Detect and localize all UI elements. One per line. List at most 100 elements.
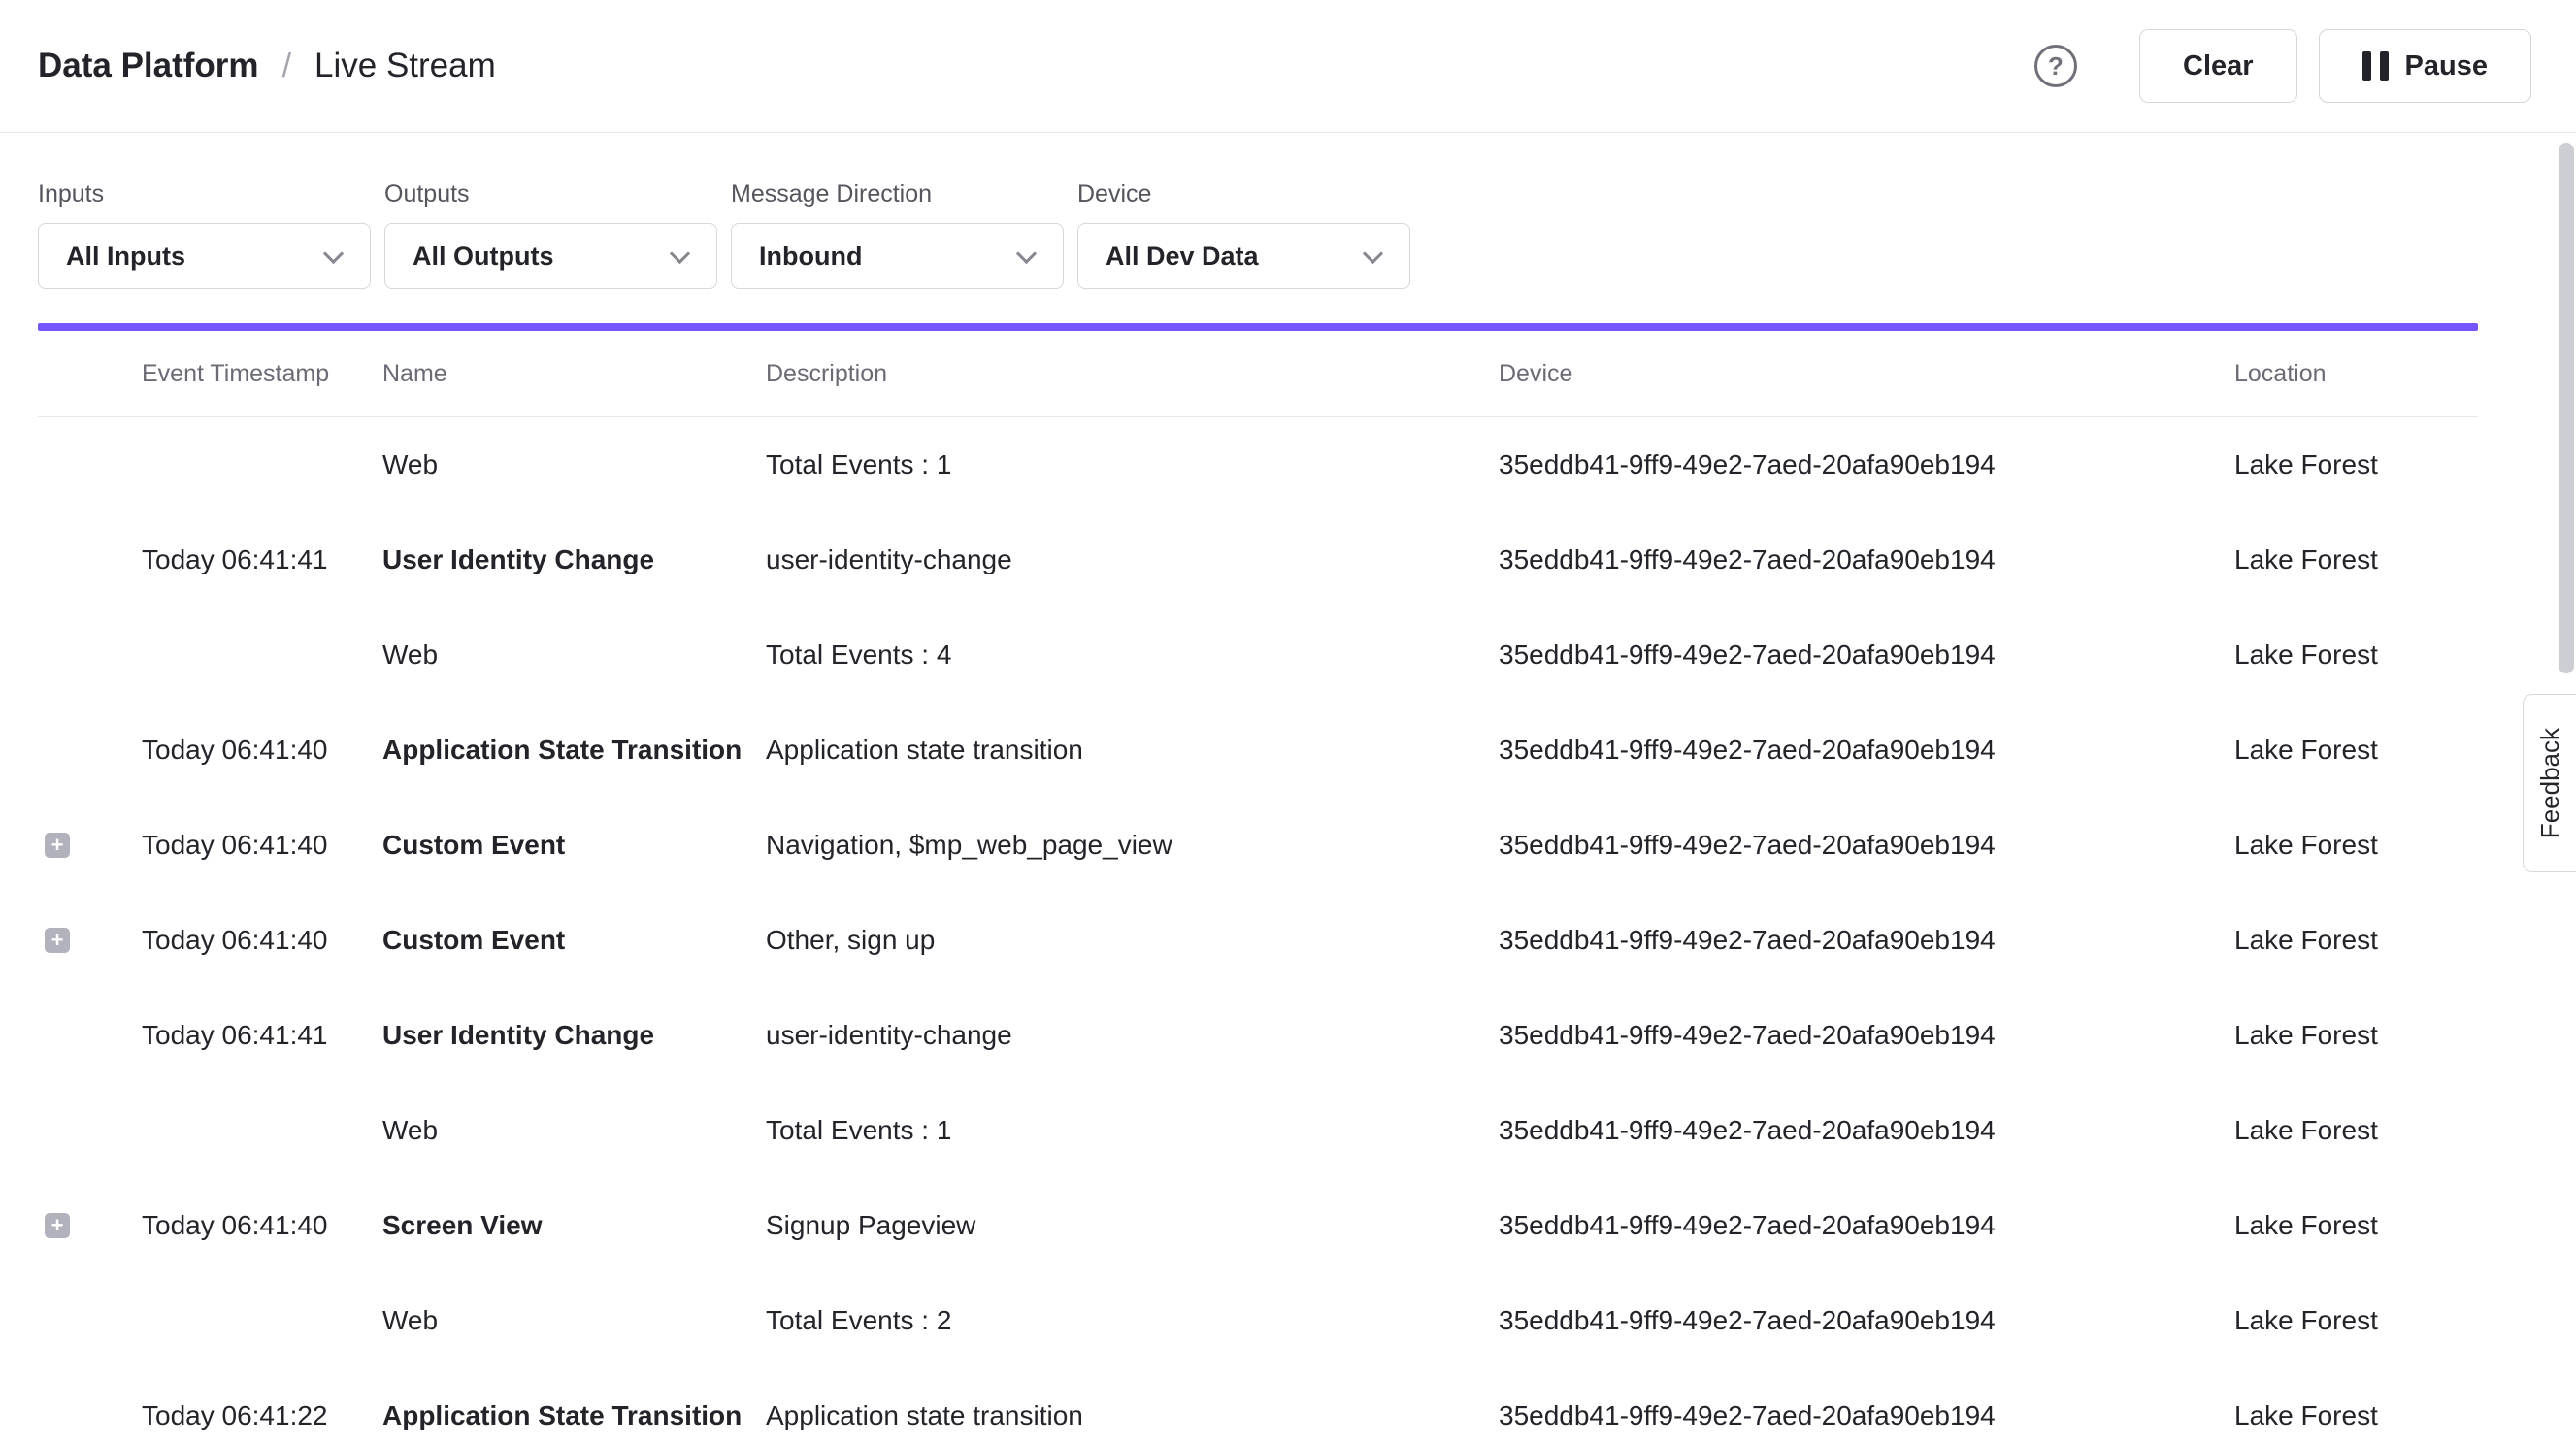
column-header-name: Name [382,360,766,388]
plus-glyph: + [51,835,64,856]
event-device-cell: 35eddb41-9ff9-49e2-7aed-20afa90eb194 [1499,449,2234,480]
expand-cell: + [38,1023,142,1048]
filter-group-device: Device All Dev Data [1077,180,1410,289]
event-location-cell: Lake Forest [2234,830,2478,861]
breadcrumb-item-data-platform[interactable]: Data Platform [38,47,259,85]
event-name-cell: Custom Event [382,830,766,861]
event-timestamp-cell: Today 06:41:22 [142,1400,382,1431]
expand-cell: + [38,737,142,763]
table-row[interactable]: + Web Total Events : 2 35eddb41-9ff9-49e… [38,1273,2478,1368]
events-table: Event Timestamp Name Description Device … [38,331,2478,1442]
table-row[interactable]: + Today 06:41:40 Custom Event Navigation… [38,798,2478,893]
event-timestamp-cell: Today 06:41:40 [142,735,382,766]
feedback-tab[interactable]: Feedback [2523,694,2576,872]
event-device-cell: 35eddb41-9ff9-49e2-7aed-20afa90eb194 [1499,735,2234,766]
page-header: Data Platform / Live Stream ? Clear Paus… [0,0,2576,133]
chevron-down-icon [323,244,344,264]
expand-cell: + [38,1118,142,1143]
event-device-cell: 35eddb41-9ff9-49e2-7aed-20afa90eb194 [1499,1400,2234,1431]
table-row[interactable]: + Today 06:41:41 User Identity Change us… [38,988,2478,1083]
inputs-dropdown-value: All Inputs [66,242,185,272]
breadcrumb-separator: / [282,48,291,85]
event-device-cell: 35eddb41-9ff9-49e2-7aed-20afa90eb194 [1499,1305,2234,1336]
table-row[interactable]: + Today 06:41:22 Application State Trans… [38,1368,2478,1442]
expand-cell: + [38,642,142,668]
outputs-dropdown[interactable]: All Outputs [384,223,717,289]
event-timestamp-cell: Today 06:41:41 [142,544,382,575]
event-name-cell: User Identity Change [382,1020,766,1051]
event-timestamp-cell: Today 06:41:40 [142,1210,382,1241]
outputs-dropdown-value: All Outputs [413,242,553,272]
filter-group-inputs: Inputs All Inputs [38,180,371,289]
table-header-row: Event Timestamp Name Description Device … [38,331,2478,417]
expand-cell: + [38,452,142,477]
expand-cell: + [38,1403,142,1428]
event-device-cell: 35eddb41-9ff9-49e2-7aed-20afa90eb194 [1499,1020,2234,1051]
event-name-cell: Web [382,449,766,480]
plus-glyph: + [51,930,64,951]
event-name-cell: Custom Event [382,925,766,956]
clear-button[interactable]: Clear [2139,29,2297,103]
event-location-cell: Lake Forest [2234,639,2478,671]
expand-cell: + [38,928,142,953]
expand-icon[interactable]: + [45,1213,70,1238]
table-row[interactable]: + Today 06:41:41 User Identity Change us… [38,512,2478,607]
chevron-down-icon [670,244,690,264]
event-description-cell: Total Events : 4 [766,639,1499,671]
header-actions: ? Clear Pause [2034,29,2531,103]
event-device-cell: 35eddb41-9ff9-49e2-7aed-20afa90eb194 [1499,1115,2234,1146]
table-row[interactable]: + Web Total Events : 1 35eddb41-9ff9-49e… [38,417,2478,512]
event-location-cell: Lake Forest [2234,1305,2478,1336]
chevron-down-icon [1016,244,1037,264]
event-name-cell: Web [382,1305,766,1336]
event-description-cell: Total Events : 2 [766,1305,1499,1336]
pause-button[interactable]: Pause [2319,29,2531,103]
event-device-cell: 35eddb41-9ff9-49e2-7aed-20afa90eb194 [1499,830,2234,861]
scrollbar-thumb[interactable] [2559,143,2574,673]
event-location-cell: Lake Forest [2234,449,2478,480]
event-location-cell: Lake Forest [2234,1020,2478,1051]
table-row[interactable]: + Web Total Events : 1 35eddb41-9ff9-49e… [38,1083,2478,1178]
help-button[interactable]: ? [2034,45,2077,87]
event-description-cell: Total Events : 1 [766,1115,1499,1146]
event-name-cell: Screen View [382,1210,766,1241]
column-header-description: Description [766,360,1499,388]
event-description-cell: Application state transition [766,1400,1499,1431]
breadcrumb-item-live-stream: Live Stream [314,47,496,85]
chevron-down-icon [1363,244,1383,264]
event-name-cell: Application State Transition [382,735,766,766]
breadcrumb: Data Platform / Live Stream [38,47,496,85]
pause-icon [2362,51,2389,81]
feedback-tab-label: Feedback [2535,728,2565,838]
expand-icon[interactable]: + [45,833,70,858]
event-location-cell: Lake Forest [2234,1115,2478,1146]
event-description-cell: Signup Pageview [766,1210,1499,1241]
expand-icon[interactable]: + [45,928,70,953]
table-row[interactable]: + Web Total Events : 4 35eddb41-9ff9-49e… [38,607,2478,703]
message-direction-dropdown[interactable]: Inbound [731,223,1064,289]
device-dropdown[interactable]: All Dev Data [1077,223,1410,289]
event-description-cell: Application state transition [766,735,1499,766]
filter-group-outputs: Outputs All Outputs [384,180,717,289]
event-location-cell: Lake Forest [2234,1210,2478,1241]
event-location-cell: Lake Forest [2234,1400,2478,1431]
event-device-cell: 35eddb41-9ff9-49e2-7aed-20afa90eb194 [1499,544,2234,575]
column-header-event-timestamp: Event Timestamp [142,360,382,388]
event-description-cell: Total Events : 1 [766,449,1499,480]
event-location-cell: Lake Forest [2234,544,2478,575]
help-icon: ? [2048,51,2064,82]
event-name-cell: Web [382,639,766,671]
inputs-dropdown[interactable]: All Inputs [38,223,371,289]
filter-label-inputs: Inputs [38,180,371,209]
event-device-cell: 35eddb41-9ff9-49e2-7aed-20afa90eb194 [1499,1210,2234,1241]
message-direction-dropdown-value: Inbound [759,242,862,272]
event-name-cell: Web [382,1115,766,1146]
table-row[interactable]: + Today 06:41:40 Application State Trans… [38,703,2478,798]
event-timestamp-cell: Today 06:41:40 [142,830,382,861]
filter-label-outputs: Outputs [384,180,717,209]
event-device-cell: 35eddb41-9ff9-49e2-7aed-20afa90eb194 [1499,925,2234,956]
event-timestamp-cell: Today 06:41:40 [142,925,382,956]
table-row[interactable]: + Today 06:41:40 Screen View Signup Page… [38,1178,2478,1273]
pause-button-label: Pause [2405,50,2488,82]
table-row[interactable]: + Today 06:41:40 Custom Event Other, sig… [38,893,2478,988]
